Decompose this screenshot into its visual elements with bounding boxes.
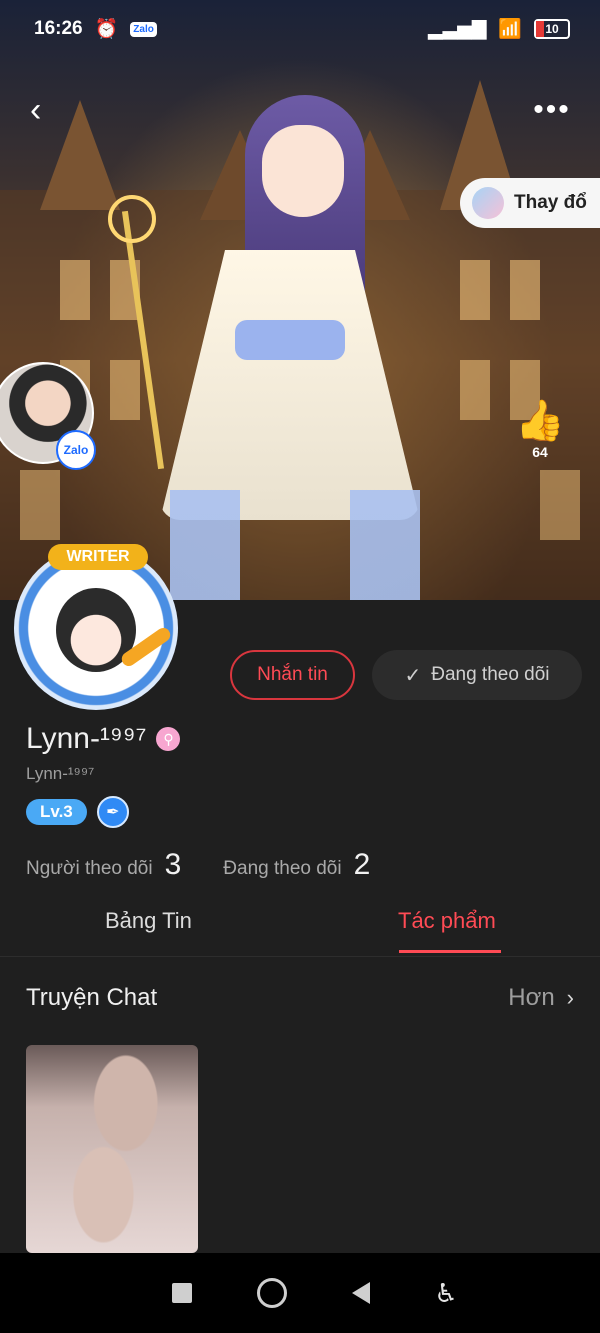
- character-legs: [170, 490, 420, 600]
- more-link[interactable]: Hơn ›: [508, 984, 574, 1012]
- more-dots-icon[interactable]: •••: [532, 92, 572, 128]
- system-navbar: ♿: [0, 1253, 600, 1333]
- change-cover-label: Thay đổ: [514, 192, 587, 213]
- following-button-label: Đang theo dõi: [431, 664, 550, 685]
- following-label: Đang theo dõi: [223, 858, 342, 879]
- following-button[interactable]: ✓ Đang theo dõi: [372, 650, 582, 700]
- thumbs-up-icon: 👍: [515, 399, 565, 443]
- accessibility-icon[interactable]: ♿: [434, 1278, 457, 1309]
- change-cover-thumbnail: [472, 187, 504, 219]
- level-badge[interactable]: Lv.3: [26, 799, 87, 825]
- chevron-right-icon: ›: [566, 985, 574, 1010]
- followers-count: 3: [164, 848, 182, 881]
- followers-label: Người theo dõi: [26, 858, 153, 879]
- zalo-logo-badge: Zalo: [56, 430, 96, 470]
- writer-badge: WRITER: [48, 544, 148, 570]
- check-icon: ✓: [404, 664, 422, 687]
- signal-icon: ▂▃▅▇: [427, 18, 487, 40]
- followers-stat[interactable]: Người theo dõi 3: [26, 848, 181, 882]
- more-link-label: Hơn: [508, 984, 555, 1011]
- following-count: 2: [353, 848, 371, 881]
- stats-row: Người theo dõi 3 Đang theo dõi 2: [26, 848, 370, 882]
- wifi-icon: 📶: [498, 19, 522, 40]
- story-card[interactable]: [26, 1045, 198, 1253]
- level-row: Lv.3 ✒: [26, 796, 129, 828]
- character-face: [262, 125, 344, 217]
- status-time: 16:26: [34, 18, 83, 39]
- display-name: Lynn-¹⁹⁹⁷: [26, 722, 147, 755]
- recent-apps-icon[interactable]: [172, 1283, 193, 1303]
- username: Lynn-¹⁹⁹⁷: [26, 764, 95, 783]
- writer-pen-icon[interactable]: ✒: [96, 796, 129, 828]
- back-arrow-icon[interactable]: ‹: [30, 92, 66, 128]
- active-tab-indicator: [399, 950, 501, 953]
- zalo-notification-icon: Zalo: [130, 21, 157, 37]
- like-count: 64: [532, 444, 548, 460]
- character-sash: [235, 320, 345, 360]
- profile-tabs: Bảng Tin Tác phẩm: [0, 898, 600, 957]
- change-cover-button[interactable]: Thay đổ: [460, 178, 600, 228]
- like-button[interactable]: 👍 64: [510, 398, 570, 460]
- status-bar: 16:26 ⏰ Zalo ▂▃▅▇ 📶 10: [0, 0, 600, 58]
- section-title: Truyện Chat: [26, 984, 158, 1011]
- tab-works[interactable]: Tác phẩm: [398, 908, 496, 934]
- tab-news[interactable]: Bảng Tin: [105, 908, 192, 934]
- cover-image: 16:26 ⏰ Zalo ▂▃▅▇ 📶 10 ‹ ••• Thay đổ Zal…: [0, 0, 600, 600]
- home-icon[interactable]: [257, 1278, 287, 1308]
- battery-icon: 10: [534, 19, 570, 39]
- pink-search-icon[interactable]: ⚲: [156, 727, 181, 751]
- alarm-icon: ⏰: [94, 19, 119, 40]
- message-button[interactable]: Nhắn tin: [230, 650, 355, 700]
- back-triangle-icon[interactable]: [351, 1282, 370, 1304]
- name-row: Lynn-¹⁹⁹⁷ ⚲: [26, 722, 181, 756]
- section-header: Truyện Chat Hơn ›: [26, 984, 574, 1012]
- following-stat[interactable]: Đang theo dõi 2: [223, 848, 370, 882]
- wand-crown: [108, 195, 156, 243]
